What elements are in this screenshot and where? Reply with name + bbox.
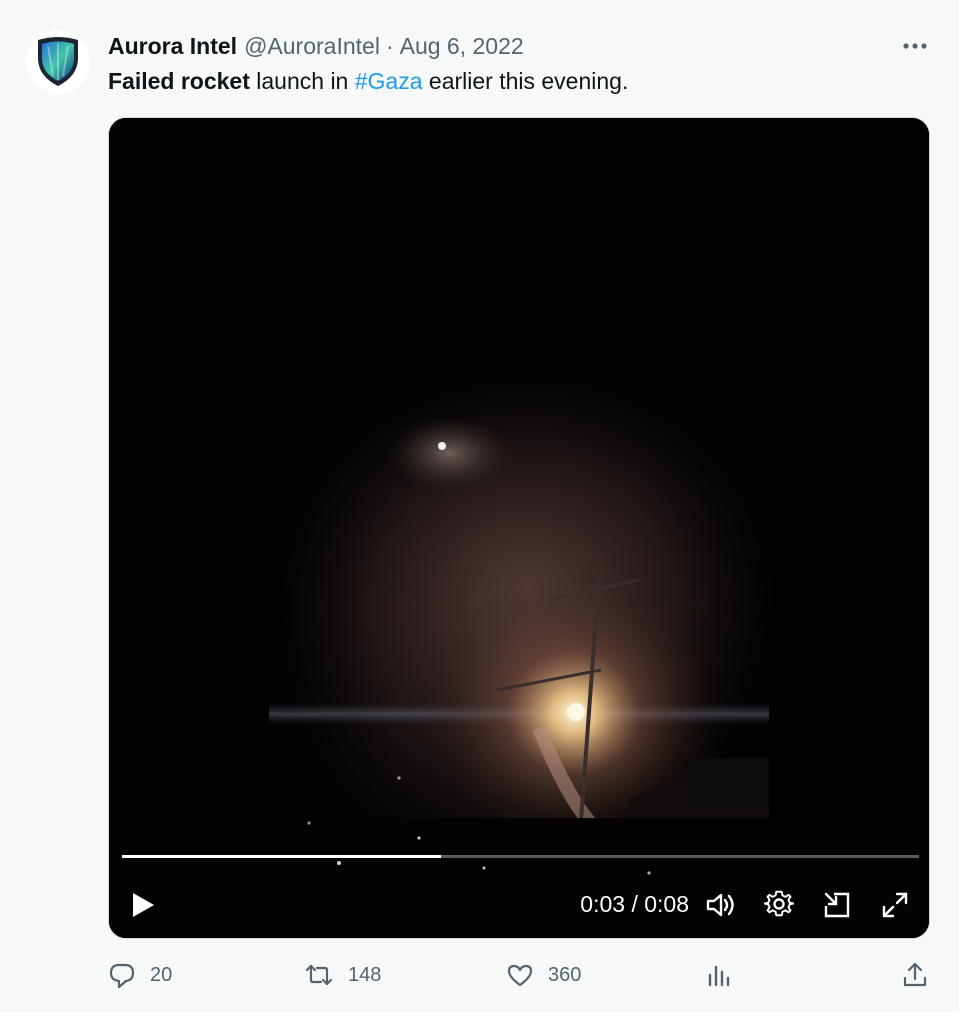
- tweet-date[interactable]: Aug 6, 2022: [400, 33, 524, 60]
- reply-icon: [109, 963, 135, 989]
- author-name[interactable]: Aurora Intel: [108, 33, 237, 60]
- share-icon: [903, 962, 927, 987]
- fullscreen-button[interactable]: [877, 887, 913, 923]
- separator-dot: ·: [385, 32, 394, 59]
- reply-button[interactable]: 20: [108, 956, 172, 994]
- avatar[interactable]: [26, 30, 90, 94]
- like-count: 360: [548, 963, 582, 986]
- shield-logo-icon: [38, 37, 78, 86]
- play-button[interactable]: [125, 887, 161, 923]
- more-button[interactable]: [898, 34, 932, 58]
- views-button[interactable]: [706, 956, 746, 994]
- video-controls: 0:03 / 0:08: [109, 873, 929, 937]
- retweet-button[interactable]: 148: [304, 956, 381, 994]
- video-player[interactable]: 0:03 / 0:08: [108, 117, 930, 939]
- retweet-count: 148: [348, 963, 382, 986]
- views-icon: [708, 965, 730, 987]
- settings-icon: [764, 890, 794, 917]
- video-progress-fill: [122, 855, 441, 858]
- hashtag-link[interactable]: #Gaza: [355, 68, 423, 94]
- tweet-card[interactable]: Aurora Intel @AuroraIntel · Aug 6, 2022 …: [0, 0, 958, 1011]
- volume-button[interactable]: [703, 887, 739, 923]
- volume-icon: [706, 893, 734, 917]
- tweet-text: Failed rocket launch in #Gaza earlier th…: [108, 66, 628, 96]
- picture-in-picture-icon: [824, 892, 850, 918]
- tweet-header: Aurora Intel @AuroraIntel · Aug 6, 2022: [108, 32, 524, 60]
- tweet-text-part1: launch in: [249, 68, 355, 94]
- video-frame: [109, 118, 929, 938]
- play-icon: [133, 893, 154, 917]
- author-handle[interactable]: @AuroraIntel: [244, 33, 380, 60]
- video-time-display: 0:03 / 0:08: [580, 891, 689, 917]
- tweet-text-bold: Failed rocket: [108, 68, 250, 94]
- like-button[interactable]: 360: [506, 956, 581, 994]
- more-horizontal-icon: [903, 43, 927, 49]
- settings-button[interactable]: [761, 887, 797, 923]
- share-button[interactable]: [902, 956, 942, 994]
- tweet-text-part2: earlier this evening.: [422, 68, 629, 94]
- retweet-icon: [305, 964, 333, 986]
- picture-in-picture-button[interactable]: [819, 887, 855, 923]
- fullscreen-icon: [882, 892, 908, 918]
- reply-count: 20: [150, 963, 173, 986]
- video-progress-bar[interactable]: [122, 855, 919, 858]
- like-icon: [507, 964, 533, 987]
- tweet-actions: 20 148 360: [108, 956, 930, 994]
